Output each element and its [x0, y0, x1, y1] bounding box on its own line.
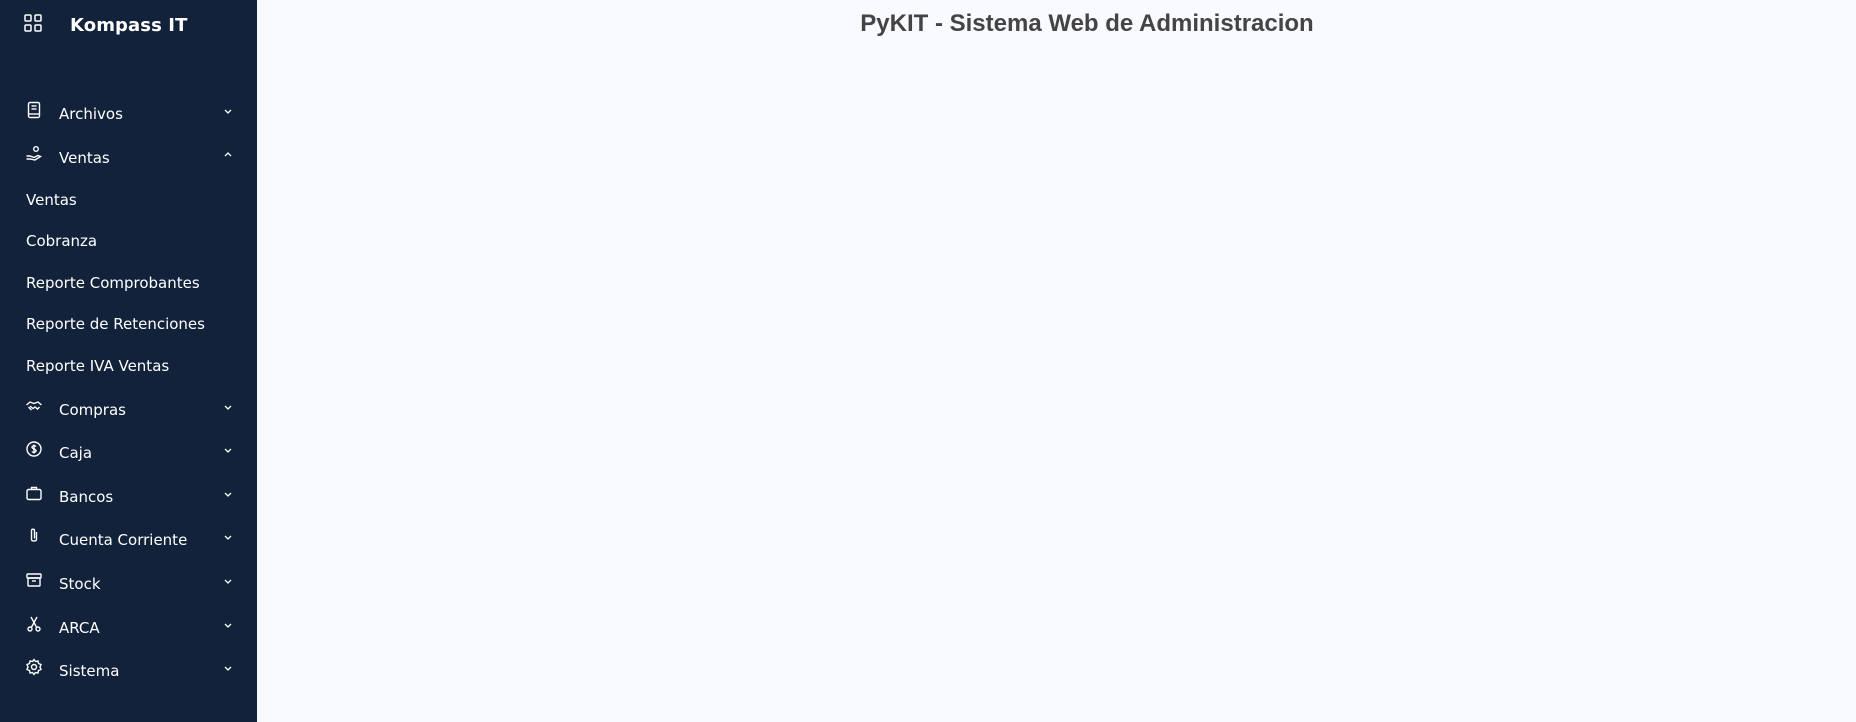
submenu-item-ventas[interactable]: Ventas	[0, 186, 257, 218]
submenu-item-reporte-retenciones[interactable]: Reporte de Retenciones	[0, 310, 257, 342]
submenu-item-label: Reporte IVA Ventas	[26, 357, 170, 375]
archive-icon	[25, 571, 43, 589]
chevron-down-icon	[222, 619, 234, 631]
book-icon	[25, 101, 43, 119]
submenu-item-reporte-comprobantes[interactable]: Reporte Comprobantes	[0, 269, 257, 301]
app: Kompass IT Archivos Ventas Ventas Cobran…	[0, 0, 1856, 722]
submenu-item-label: Reporte de Retenciones	[26, 315, 205, 333]
sidebar-item-sistema[interactable]: Sistema	[0, 654, 257, 690]
chevron-down-icon	[222, 444, 234, 456]
sidebar-item-archivos[interactable]: Archivos	[0, 97, 257, 133]
page-title: PyKIT - Sistema Web de Administracion	[860, 10, 1314, 37]
chevron-down-icon	[222, 401, 234, 413]
chevron-down-icon	[222, 531, 234, 543]
gear-icon	[25, 658, 43, 676]
brand-title: Kompass IT	[70, 15, 188, 36]
sidebar-item-label: Sistema	[59, 662, 120, 680]
briefcase-icon	[25, 484, 43, 502]
sidebar-item-compras[interactable]: Compras	[0, 393, 257, 429]
submenu-item-label: Reporte Comprobantes	[26, 274, 200, 292]
dollar-circle-icon	[25, 440, 43, 458]
chevron-up-icon	[222, 149, 234, 161]
sidebar-item-stock[interactable]: Stock	[0, 567, 257, 603]
submenu-item-cobranza[interactable]: Cobranza	[0, 227, 257, 259]
handshake-icon	[25, 397, 43, 415]
sidebar-item-cuenta-corriente[interactable]: Cuenta Corriente	[0, 523, 257, 559]
chevron-down-icon	[222, 662, 234, 674]
chevron-down-icon	[222, 575, 234, 587]
sidebar-item-ventas[interactable]: Ventas	[0, 141, 257, 177]
sidebar-item-label: Cuenta Corriente	[59, 531, 188, 549]
sidebar-item-label: Compras	[59, 401, 126, 419]
sidebar-item-label: Bancos	[59, 488, 114, 506]
submenu-item-label: Cobranza	[26, 232, 98, 250]
sidebar-item-caja[interactable]: Caja	[0, 436, 257, 472]
grid-icon	[24, 14, 42, 32]
submenu-item-label: Ventas	[26, 191, 77, 209]
scissors-icon	[25, 615, 43, 633]
submenu-item-reporte-iva-ventas[interactable]: Reporte IVA Ventas	[0, 352, 257, 384]
hand-coin-icon	[25, 145, 43, 163]
sidebar-item-bancos[interactable]: Bancos	[0, 480, 257, 516]
chevron-down-icon	[222, 105, 234, 117]
sidebar-item-label: Stock	[59, 575, 101, 593]
sidebar-item-label: ARCA	[59, 619, 100, 637]
brand[interactable]: Kompass IT	[0, 0, 257, 50]
sidebar-item-label: Ventas	[59, 149, 110, 167]
sidebar-item-arca[interactable]: ARCA	[0, 611, 257, 647]
main-content: PyKIT - Sistema Web de Administracion	[257, 0, 1856, 722]
sidebar-item-label: Caja	[59, 444, 93, 462]
paperclip-icon	[25, 527, 43, 545]
sidebar: Kompass IT Archivos Ventas Ventas Cobran…	[0, 0, 257, 722]
chevron-down-icon	[222, 488, 234, 500]
sidebar-item-label: Archivos	[59, 105, 123, 123]
